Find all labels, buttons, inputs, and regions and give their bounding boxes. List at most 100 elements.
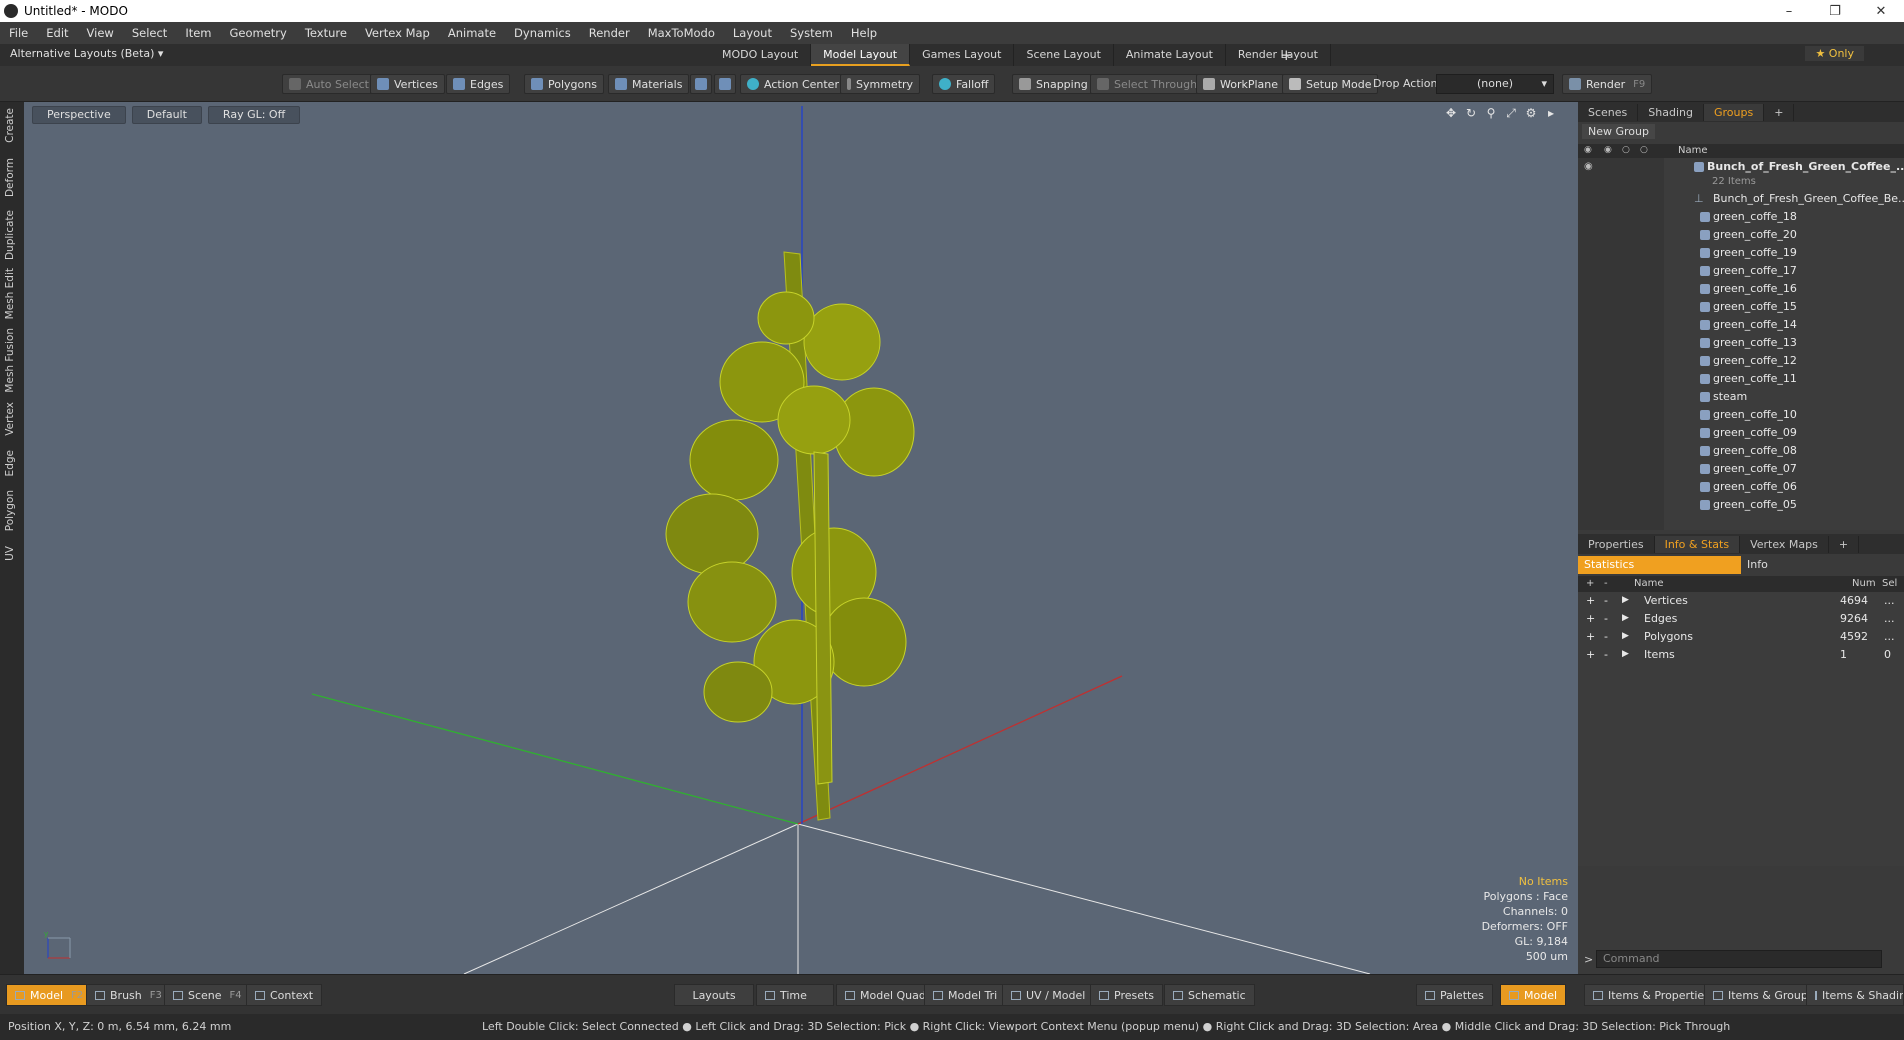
coffee-branch-mesh[interactable]	[665, 251, 915, 821]
menu-item[interactable]: Item	[176, 26, 220, 40]
tab-vertex-maps[interactable]: Vertex Maps	[1740, 535, 1829, 553]
symmetry-button[interactable]: Symmetry	[840, 74, 921, 94]
move-view-icon[interactable]: ✥	[1444, 106, 1458, 121]
eye-icon[interactable]: ◉	[1584, 161, 1593, 172]
falloff-button[interactable]: Falloff	[932, 74, 996, 94]
list-item[interactable]: green_coffe_07	[1578, 460, 1904, 478]
expand-icon[interactable]: +	[1586, 630, 1595, 643]
tab-vertex[interactable]: Vertex	[4, 402, 16, 436]
workplane-button[interactable]: WorkPlane	[1196, 74, 1286, 94]
shading-mode-button[interactable]: Default	[131, 106, 202, 124]
group-root-row[interactable]: ◉ Bunch_of_Fresh_Green_Coffee_...	[1578, 158, 1904, 176]
render-button[interactable]: Render F9	[1562, 74, 1653, 94]
tab-render-layout[interactable]: Render Layout	[1226, 44, 1331, 66]
tab-scenes[interactable]: Scenes	[1578, 103, 1639, 121]
tab-games-layout[interactable]: Games Layout	[910, 44, 1015, 66]
3d-viewport[interactable]: Perspective Default Ray GL: Off ✥ ↻ ⚲ ⤢ …	[24, 102, 1578, 974]
menu-render[interactable]: Render	[580, 26, 639, 40]
render-toggle-icon[interactable]: ◉	[1604, 145, 1612, 155]
collapse-all-icon[interactable]: -	[1604, 578, 1608, 589]
rotate-view-icon[interactable]: ↻	[1464, 106, 1478, 121]
tab-polygon[interactable]: Polygon	[4, 490, 16, 531]
list-item[interactable]: green_coffe_18	[1578, 208, 1904, 226]
list-item[interactable]: green_coffe_09	[1578, 424, 1904, 442]
tab-model-layout[interactable]: Model Layout	[811, 44, 911, 66]
expand-icon[interactable]: +	[1586, 594, 1595, 607]
items-shading-button[interactable]: Items & Shading	[1806, 984, 1904, 1006]
table-row[interactable]: + - ▶ Vertices 4694 ...	[1578, 592, 1904, 610]
triangle-right-icon[interactable]: ▶	[1622, 631, 1629, 641]
new-group-button[interactable]: New Group	[1582, 124, 1655, 139]
menu-system[interactable]: System	[781, 26, 842, 40]
list-item[interactable]: ⊥ Bunch_of_Fresh_Green_Coffee_Be...	[1578, 190, 1904, 208]
tab-uv[interactable]: UV	[4, 546, 16, 561]
triangle-right-icon[interactable]: ▶	[1622, 613, 1629, 623]
toggle-b-button[interactable]	[714, 74, 736, 94]
table-row[interactable]: + - ▶ Items 1 0	[1578, 646, 1904, 664]
context-button[interactable]: Context	[246, 984, 323, 1006]
add-tab-icon[interactable]: +	[1829, 535, 1860, 553]
scene-mode-button[interactable]: Scene F4	[164, 984, 251, 1006]
list-item[interactable]: green_coffe_19	[1578, 244, 1904, 262]
add-tab-icon[interactable]: +	[1764, 103, 1795, 121]
tab-mesh-fusion[interactable]: Mesh Fusion	[4, 328, 16, 393]
list-item[interactable]: green_coffe_16	[1578, 280, 1904, 298]
list-item[interactable]: green_coffe_08	[1578, 442, 1904, 460]
drop-action-select[interactable]: (none) ▾	[1436, 74, 1554, 94]
menu-view[interactable]: View	[78, 26, 123, 40]
tab-groups[interactable]: Groups	[1703, 103, 1765, 121]
setup-mode-button[interactable]: Setup Mode	[1282, 74, 1379, 94]
menu-texture[interactable]: Texture	[296, 26, 356, 40]
list-item[interactable]: green_coffe_20	[1578, 226, 1904, 244]
table-row[interactable]: + - ▶ Edges 9264 ...	[1578, 610, 1904, 628]
list-item[interactable]: green_coffe_11	[1578, 370, 1904, 388]
command-input[interactable]: Command	[1596, 950, 1882, 968]
list-item[interactable]: green_coffe_06	[1578, 478, 1904, 496]
materials-button[interactable]: Materials	[608, 74, 690, 94]
model-quad-button[interactable]: Model Quad	[836, 984, 935, 1006]
view-mode-button[interactable]: Perspective	[32, 106, 126, 124]
select-through-button[interactable]: Select Through	[1090, 74, 1205, 94]
menu-edit[interactable]: Edit	[37, 26, 77, 40]
triangle-right-icon[interactable]: ▶	[1622, 595, 1629, 605]
presets-button[interactable]: Presets	[1090, 984, 1164, 1006]
model-mode-button[interactable]: Model F2	[6, 984, 93, 1006]
list-item[interactable]: green_coffe_10	[1578, 406, 1904, 424]
items-groups-button[interactable]: Items & Groups	[1704, 984, 1823, 1006]
model-right-button[interactable]: Model	[1500, 984, 1567, 1006]
lock-icon[interactable]: ○	[1622, 145, 1630, 155]
menu-select[interactable]: Select	[123, 26, 176, 40]
tab-duplicate[interactable]: Duplicate	[4, 210, 16, 260]
tab-info[interactable]: Info	[1741, 556, 1904, 574]
model-tri-button[interactable]: Model Tri	[924, 984, 1007, 1006]
menu-geometry[interactable]: Geometry	[221, 26, 296, 40]
schematic-button[interactable]: Schematic	[1164, 984, 1255, 1006]
menu-dynamics[interactable]: Dynamics	[505, 26, 580, 40]
palettes-button[interactable]: Palettes	[1416, 984, 1493, 1006]
viewport-expand-icon[interactable]: ▸	[1544, 106, 1558, 121]
tab-properties[interactable]: Properties	[1578, 535, 1655, 553]
snapping-button[interactable]: Snapping	[1012, 74, 1095, 94]
expand-icon[interactable]: +	[1586, 648, 1595, 661]
restore-icon[interactable]: ❐	[1812, 0, 1858, 22]
tab-mesh-edit[interactable]: Mesh Edit	[4, 268, 16, 319]
tab-deform[interactable]: Deform	[4, 158, 16, 197]
tab-shading[interactable]: Shading	[1638, 103, 1704, 121]
add-layout-icon[interactable]: +	[1280, 46, 1293, 64]
time-button[interactable]: Time	[756, 984, 834, 1006]
tab-animate-layout[interactable]: Animate Layout	[1114, 44, 1226, 66]
minimize-icon[interactable]: –	[1766, 0, 1812, 22]
menu-layout[interactable]: Layout	[724, 26, 781, 40]
table-row[interactable]: + - ▶ Polygons 4592 ...	[1578, 628, 1904, 646]
tab-edge[interactable]: Edge	[4, 450, 16, 476]
auto-select-button[interactable]: Auto Select	[282, 74, 376, 94]
uv-model-button[interactable]: UV / Model	[1002, 984, 1095, 1006]
tab-create[interactable]: Create	[4, 108, 16, 143]
menu-file[interactable]: File	[0, 26, 37, 40]
tab-info-stats[interactable]: Info & Stats	[1654, 535, 1741, 553]
items-properties-button[interactable]: Items & Properties	[1584, 984, 1719, 1006]
select-toggle-icon[interactable]: ○	[1640, 145, 1648, 155]
list-item[interactable]: green_coffe_05	[1578, 496, 1904, 514]
vertices-button[interactable]: Vertices	[370, 74, 445, 94]
list-item[interactable]: green_coffe_15	[1578, 298, 1904, 316]
